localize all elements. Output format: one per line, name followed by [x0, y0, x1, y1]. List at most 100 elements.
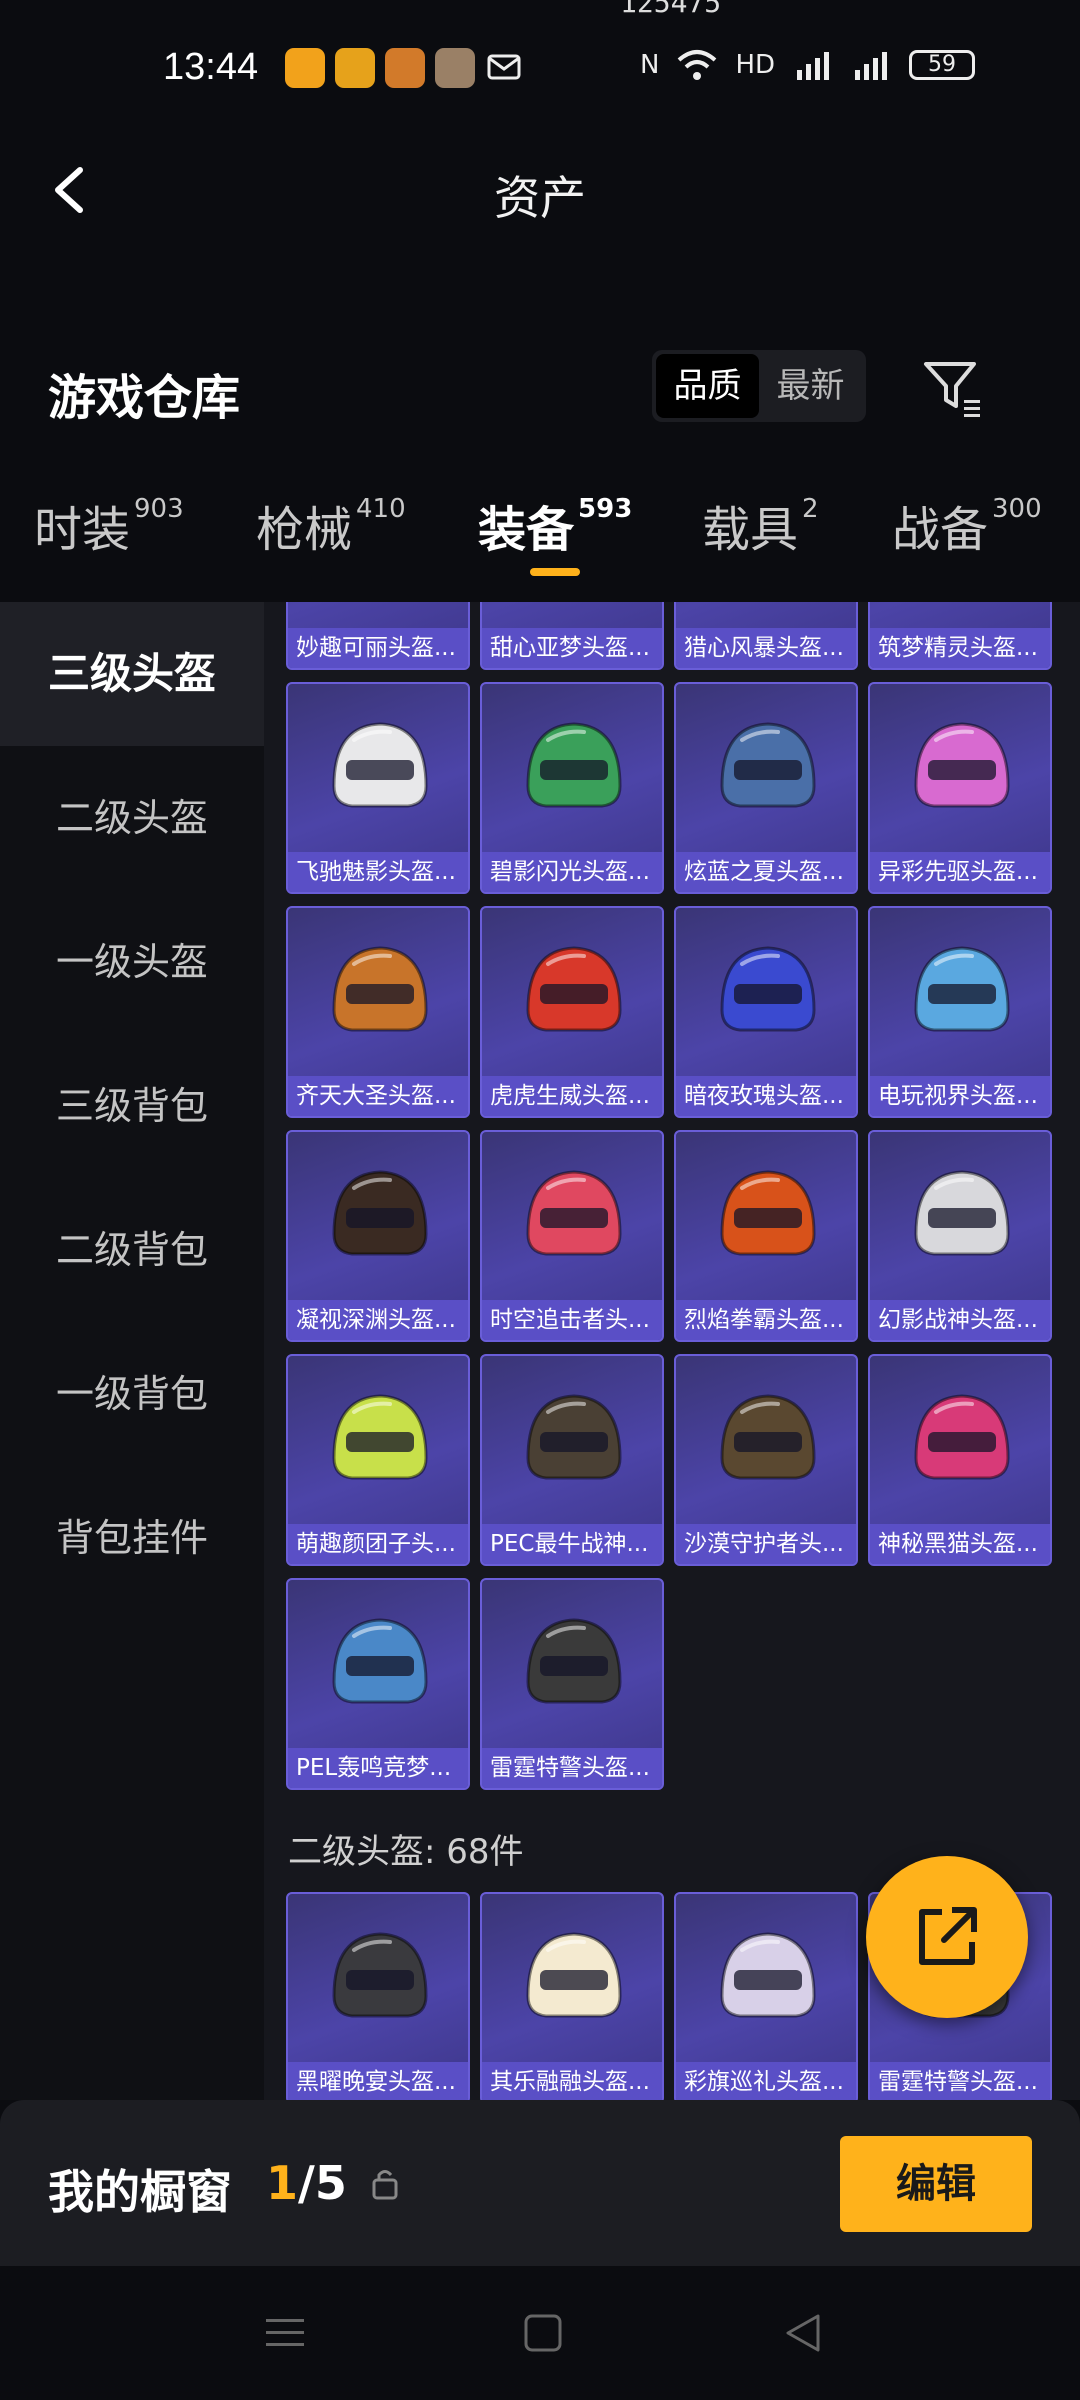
- helmet-icon: [332, 1618, 428, 1704]
- helmet-name: 甜心亚梦头盔...: [482, 628, 662, 668]
- filter-icon[interactable]: [920, 356, 984, 420]
- showcase-title: 我的橱窗: [48, 2165, 232, 2219]
- helmet-name: 飞驰魅影头盔...: [288, 852, 468, 892]
- page-title: 资产: [494, 171, 586, 225]
- helmet-name: 凝视深渊头盔...: [288, 1300, 468, 1340]
- status-bar: 125475 13:44 N HD 59: [0, 0, 1080, 130]
- helmet-icon: [902, 602, 1022, 604]
- helmet-card[interactable]: 甜心亚梦头盔...: [480, 602, 664, 670]
- app-notification-icon: [335, 48, 375, 88]
- helmet-name: 其乐融融头盔...: [482, 2062, 662, 2100]
- level3-helmet-grid: 妙趣可丽头盔... 甜心亚梦头盔... 猎心风暴头盔... 筑梦精灵头盔... 飞驰魅影…: [286, 602, 1052, 1790]
- sidebar-item-backpack-charm[interactable]: 背包挂件: [0, 1466, 264, 1610]
- sort-segment: 品质 最新: [652, 350, 866, 422]
- helmet-icon: [526, 1932, 622, 2018]
- helmet-name: 猎心风暴头盔...: [676, 628, 856, 668]
- helmet-card[interactable]: 烈焰拳霸头盔...: [674, 1130, 858, 1342]
- signal-5g-icon: [797, 52, 830, 80]
- helmet-card[interactable]: 猎心风暴头盔...: [674, 602, 858, 670]
- sidebar-item-level3-helmet[interactable]: 三级头盔: [0, 602, 264, 746]
- helmet-card[interactable]: PEC最牛战神...: [480, 1354, 664, 1566]
- menu-icon[interactable]: [262, 2310, 308, 2356]
- helmet-icon: [914, 1394, 1010, 1480]
- helmet-icon: [720, 1394, 816, 1480]
- helmet-name: 异彩先驱头盔...: [870, 852, 1050, 892]
- helmet-name: 时空追击者头...: [482, 1300, 662, 1340]
- helmet-name: 黑曜晚宴头盔...: [288, 2062, 468, 2100]
- helmet-name: 雷霆特警头盔...: [870, 2062, 1050, 2100]
- helmet-card[interactable]: 炫蓝之夏头盔...: [674, 682, 858, 894]
- app-notification-icon: [435, 48, 475, 88]
- helmet-card[interactable]: 异彩先驱头盔...: [868, 682, 1052, 894]
- helmet-icon: [332, 1394, 428, 1480]
- helmet-card[interactable]: 筑梦精灵头盔...: [868, 602, 1052, 670]
- helmet-card[interactable]: 时空追击者头...: [480, 1130, 664, 1342]
- helmet-card[interactable]: 妙趣可丽头盔...: [286, 602, 470, 670]
- helmet-name: PEC最牛战神...: [482, 1524, 662, 1564]
- helmet-icon: [332, 946, 428, 1032]
- edit-button[interactable]: 编辑: [840, 2136, 1032, 2232]
- sidebar-item-level1-helmet[interactable]: 一级头盔: [0, 890, 264, 1034]
- helmet-name: 齐天大圣头盔...: [288, 1076, 468, 1116]
- share-button[interactable]: [866, 1856, 1028, 2018]
- helmet-icon: [514, 602, 634, 604]
- helmet-name: 彩旗巡礼头盔...: [676, 2062, 856, 2100]
- helmet-icon: [332, 1932, 428, 2018]
- home-icon[interactable]: [520, 2310, 566, 2356]
- sidebar-item-level1-backpack[interactable]: 一级背包: [0, 1322, 264, 1466]
- helmet-card[interactable]: 凝视深渊头盔...: [286, 1130, 470, 1342]
- sidebar-item-level3-backpack[interactable]: 三级背包: [0, 1034, 264, 1178]
- section-label-level2-helmet: 二级头盔: 68件: [288, 1832, 524, 1872]
- helmet-name: 碧影闪光头盔...: [482, 852, 662, 892]
- helmet-name: 炫蓝之夏头盔...: [676, 852, 856, 892]
- helmet-card[interactable]: 神秘黑猫头盔...: [868, 1354, 1052, 1566]
- helmet-card[interactable]: 彩旗巡礼头盔...: [674, 1892, 858, 2100]
- helmet-name: 萌趣颜团子头...: [288, 1524, 468, 1564]
- active-tab-indicator: [530, 568, 580, 576]
- helmet-card[interactable]: 齐天大圣头盔...: [286, 906, 470, 1118]
- system-nav-bar: [0, 2266, 1080, 2400]
- sort-quality-option[interactable]: 品质: [656, 354, 759, 418]
- status-time: 13:44: [163, 46, 259, 88]
- status-top-text: 125475: [620, 0, 722, 19]
- helmet-card[interactable]: 雷霆特警头盔...: [480, 1578, 664, 1790]
- helmet-icon: [720, 1170, 816, 1256]
- nfc-icon: N: [640, 50, 660, 80]
- helmet-name: 筑梦精灵头盔...: [870, 628, 1050, 668]
- lock-icon: [372, 2170, 398, 2200]
- back-nav-icon[interactable]: [780, 2310, 826, 2356]
- helmet-card[interactable]: 碧影闪光头盔...: [480, 682, 664, 894]
- tab-equipment[interactable]: 装备 593: [478, 490, 632, 560]
- battery-icon: 59: [909, 50, 976, 80]
- tab-fashion[interactable]: 时装 903: [34, 490, 184, 560]
- helmet-icon: [526, 1394, 622, 1480]
- tab-firearms[interactable]: 枪械 410: [256, 490, 406, 560]
- helmet-card[interactable]: 电玩视界头盔...: [868, 906, 1052, 1118]
- helmet-card[interactable]: 其乐融融头盔...: [480, 1892, 664, 2100]
- tab-vehicles[interactable]: 载具 2: [702, 490, 819, 560]
- helmet-card[interactable]: 萌趣颜团子头...: [286, 1354, 470, 1566]
- helmet-card[interactable]: 沙漠守护者头...: [674, 1354, 858, 1566]
- helmet-name: PEL轰鸣竞梦...: [288, 1748, 468, 1788]
- signal-4g-icon: [855, 52, 888, 80]
- sort-newest-option[interactable]: 最新: [759, 354, 862, 418]
- category-tabs: 时装 903 枪械 410 装备 593 载具 2 战备 300: [0, 490, 1080, 600]
- helmet-icon: [320, 602, 440, 604]
- tab-gear[interactable]: 战备 300: [892, 490, 1042, 560]
- sidebar-item-level2-backpack[interactable]: 二级背包: [0, 1178, 264, 1322]
- sidebar-item-level2-helmet[interactable]: 二级头盔: [0, 746, 264, 890]
- helmet-name: 电玩视界头盔...: [870, 1076, 1050, 1116]
- warehouse-title: 游戏仓库: [48, 370, 241, 426]
- status-app-icons: [285, 48, 525, 88]
- helmet-name: 沙漠守护者头...: [676, 1524, 856, 1564]
- helmet-card[interactable]: 幻影战神头盔...: [868, 1130, 1052, 1342]
- helmet-icon: [526, 722, 622, 808]
- helmet-card[interactable]: 暗夜玫瑰头盔...: [674, 906, 858, 1118]
- helmet-card[interactable]: PEL轰鸣竞梦...: [286, 1578, 470, 1790]
- helmet-icon: [720, 946, 816, 1032]
- helmet-icon: [914, 946, 1010, 1032]
- helmet-card[interactable]: 黑曜晚宴头盔...: [286, 1892, 470, 2100]
- helmet-card[interactable]: 虎虎生威头盔...: [480, 906, 664, 1118]
- helmet-icon: [708, 602, 828, 604]
- helmet-card[interactable]: 飞驰魅影头盔...: [286, 682, 470, 894]
